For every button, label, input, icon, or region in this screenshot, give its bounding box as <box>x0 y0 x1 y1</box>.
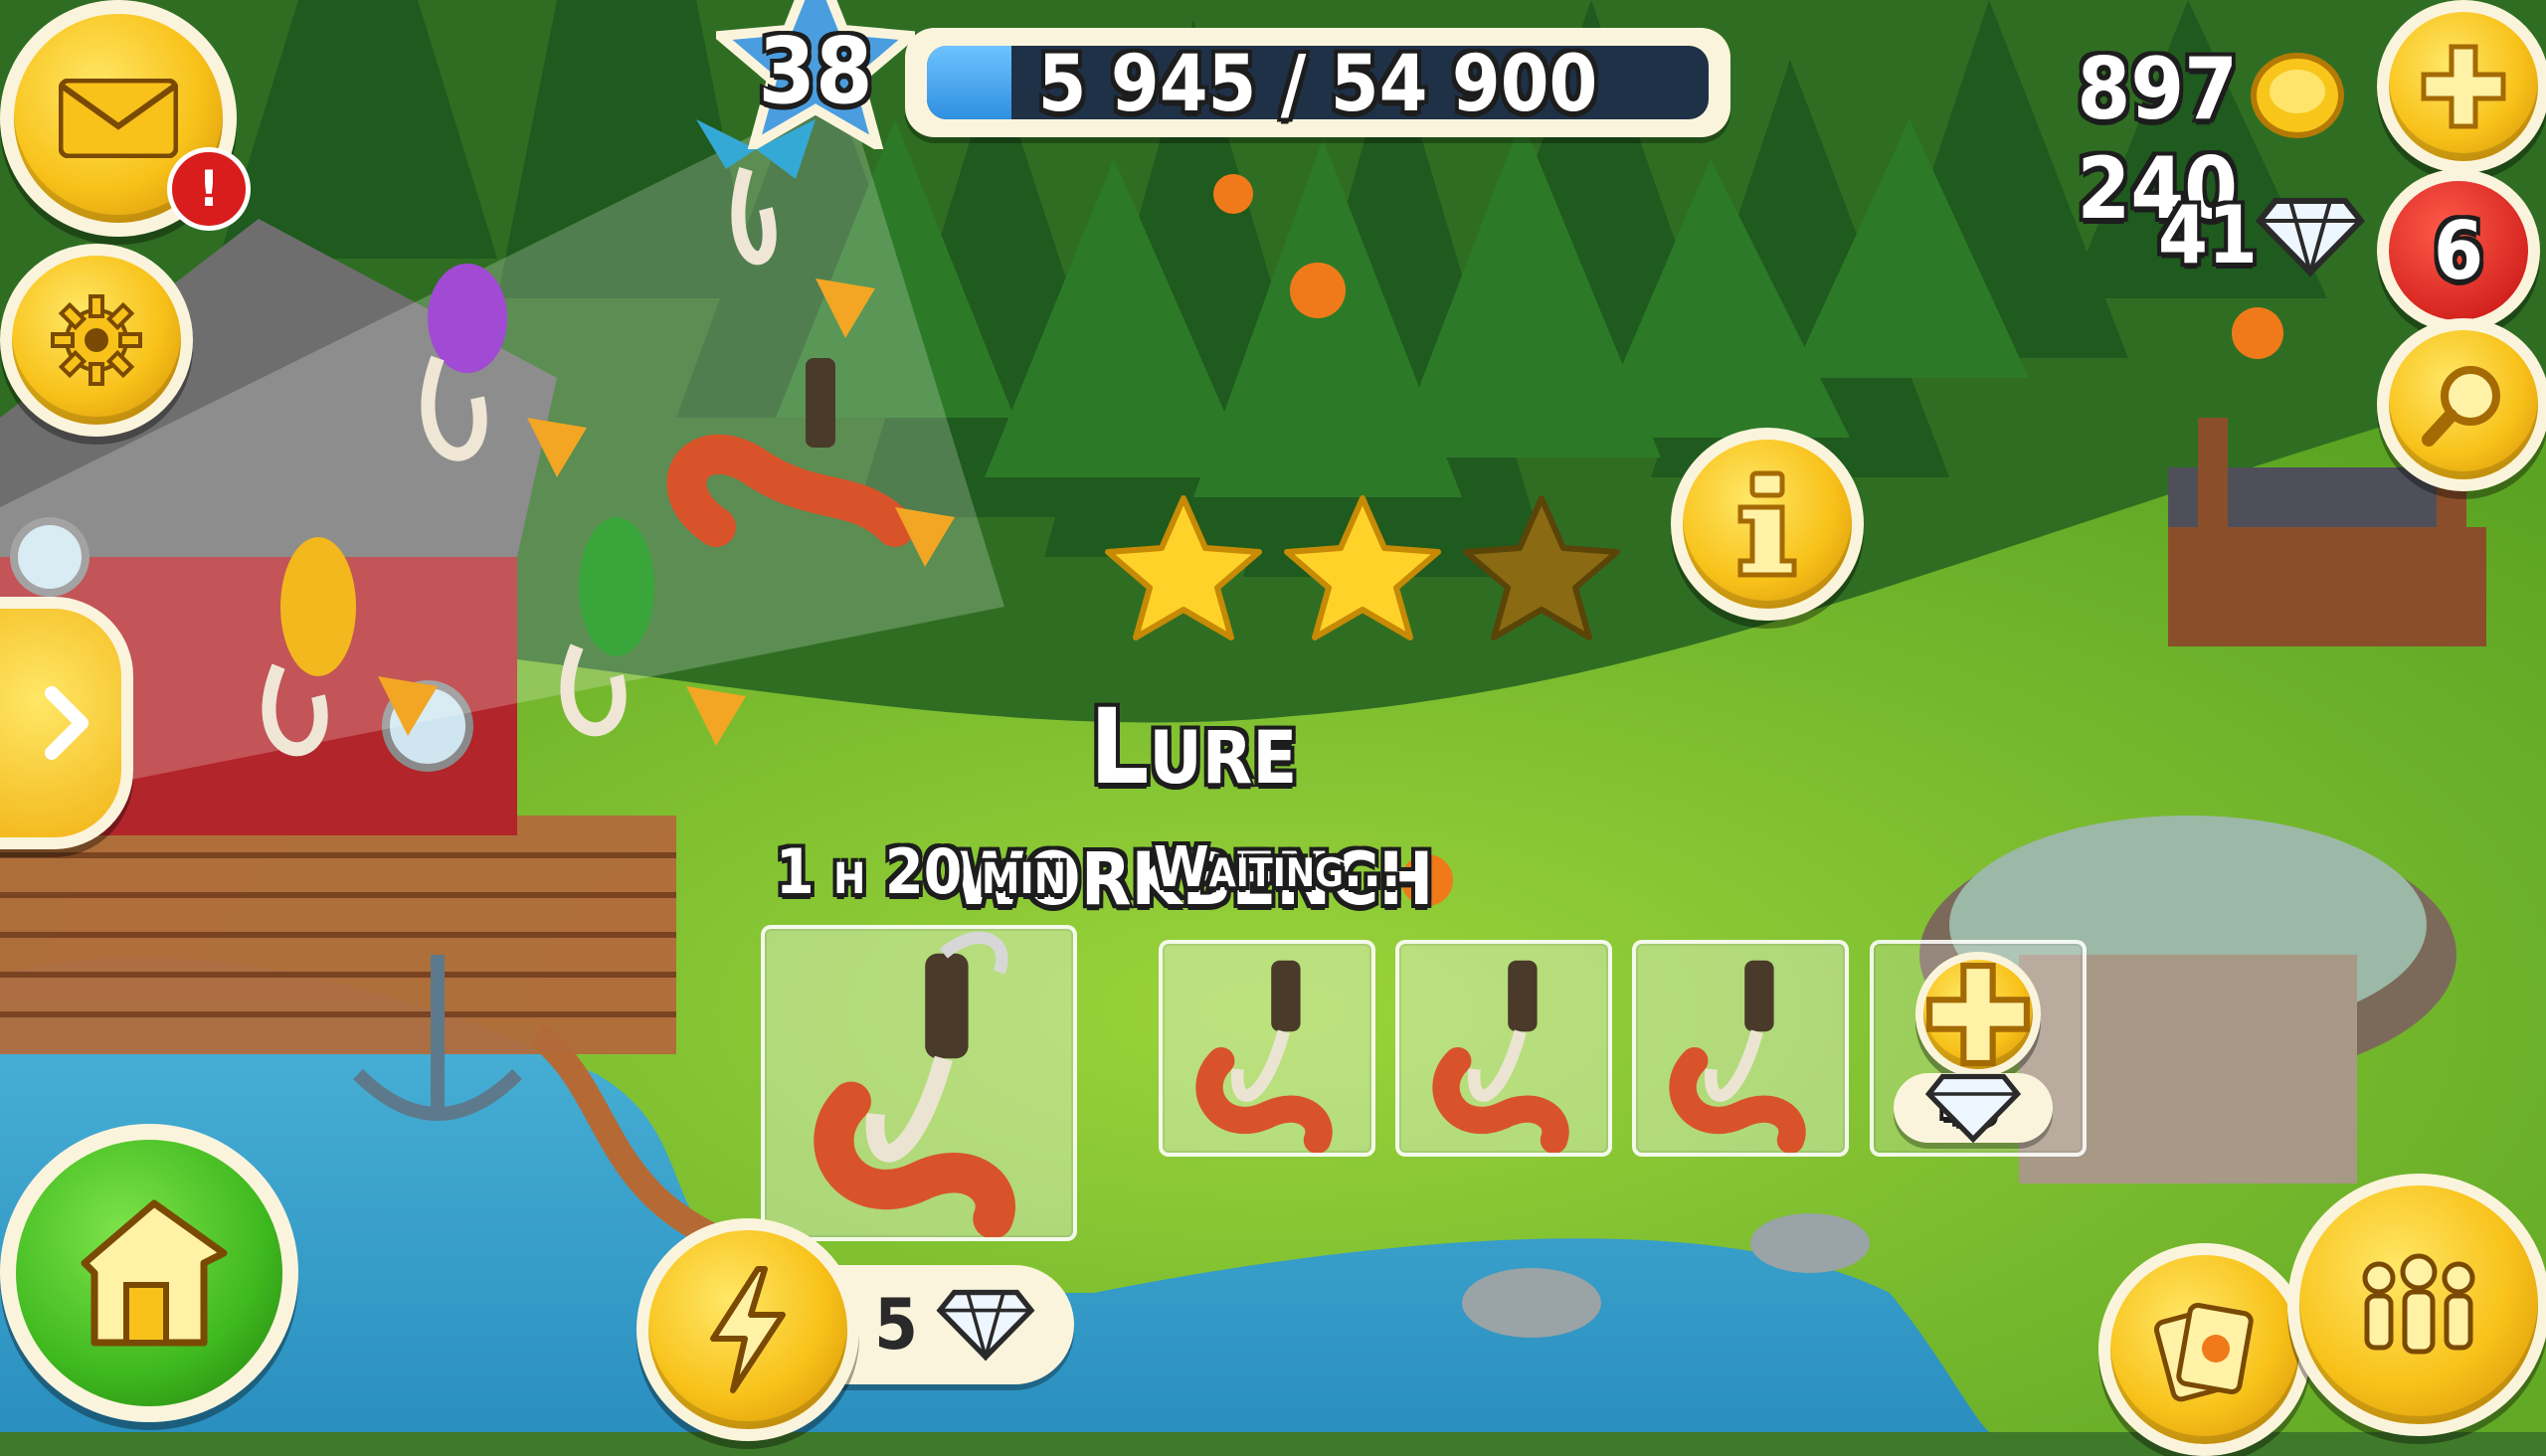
expand-panel-button[interactable] <box>0 597 133 849</box>
lightning-icon <box>710 1266 786 1393</box>
home-button[interactable] <box>0 1124 298 1422</box>
buy-slot-button[interactable]: 45 <box>1870 940 2087 1157</box>
xp-bar[interactable]: 5 945 / 54 900 <box>905 28 1730 137</box>
level-number: 38 <box>758 18 873 124</box>
worm-lure-icon <box>814 931 1015 1237</box>
diamond-icon <box>2256 198 2365 276</box>
queue-slot[interactable] <box>1632 940 1849 1157</box>
speedup-button[interactable] <box>636 1218 859 1441</box>
house-icon <box>81 1199 228 1347</box>
mail-alert-badge: ! <box>167 147 251 231</box>
queue-slot[interactable] <box>1395 940 1612 1157</box>
notification-badge[interactable]: 6 <box>2377 169 2540 332</box>
slot-cost-pill: 45 <box>1894 1073 2053 1143</box>
plus-icon <box>2421 44 2506 129</box>
plus-icon <box>1926 963 2030 1066</box>
level-star[interactable]: 38 <box>716 0 915 149</box>
queue-status: Waiting... <box>1154 835 1401 900</box>
worm-lure-icon <box>1195 960 1333 1153</box>
current-timer: 1 h 20 min <box>775 835 1067 908</box>
coin-icon <box>2251 53 2344 138</box>
speedup-cost: 5 <box>874 1284 918 1365</box>
settings-button[interactable] <box>0 244 193 437</box>
search-button[interactable] <box>2377 318 2546 491</box>
gear-icon <box>51 294 142 386</box>
diamond-icon <box>1924 1073 2022 1143</box>
friends-button[interactable] <box>2287 1174 2546 1436</box>
star-filled-icon <box>1105 495 1262 640</box>
mail-alert-text: ! <box>198 160 220 218</box>
worm-lure-icon <box>1432 960 1569 1153</box>
info-icon <box>1737 470 1797 578</box>
star-empty-icon <box>1463 495 1620 640</box>
chevron-right-icon <box>45 686 89 760</box>
magnifier-icon <box>2422 366 2500 447</box>
queue-slot[interactable] <box>1159 940 1375 1157</box>
diamond-icon <box>936 1289 1035 1361</box>
cards-button[interactable] <box>2098 1243 2311 1456</box>
notification-count: 6 <box>2433 204 2484 297</box>
add-slot-plus <box>1915 952 2041 1077</box>
worm-lure-icon <box>1669 960 1806 1153</box>
cards-icon <box>2154 1302 2254 1402</box>
envelope-icon <box>59 79 178 158</box>
info-button[interactable] <box>1671 428 1864 621</box>
add-coins-button[interactable] <box>2377 0 2546 173</box>
star-filled-icon <box>1284 495 1441 640</box>
people-icon <box>2362 1253 2475 1355</box>
active-production-slot[interactable] <box>761 925 1077 1241</box>
xp-text: 5 945 / 54 900 <box>1037 40 1598 129</box>
rating-stars <box>1104 492 1631 641</box>
diamond-count: 41 <box>2157 189 2258 281</box>
